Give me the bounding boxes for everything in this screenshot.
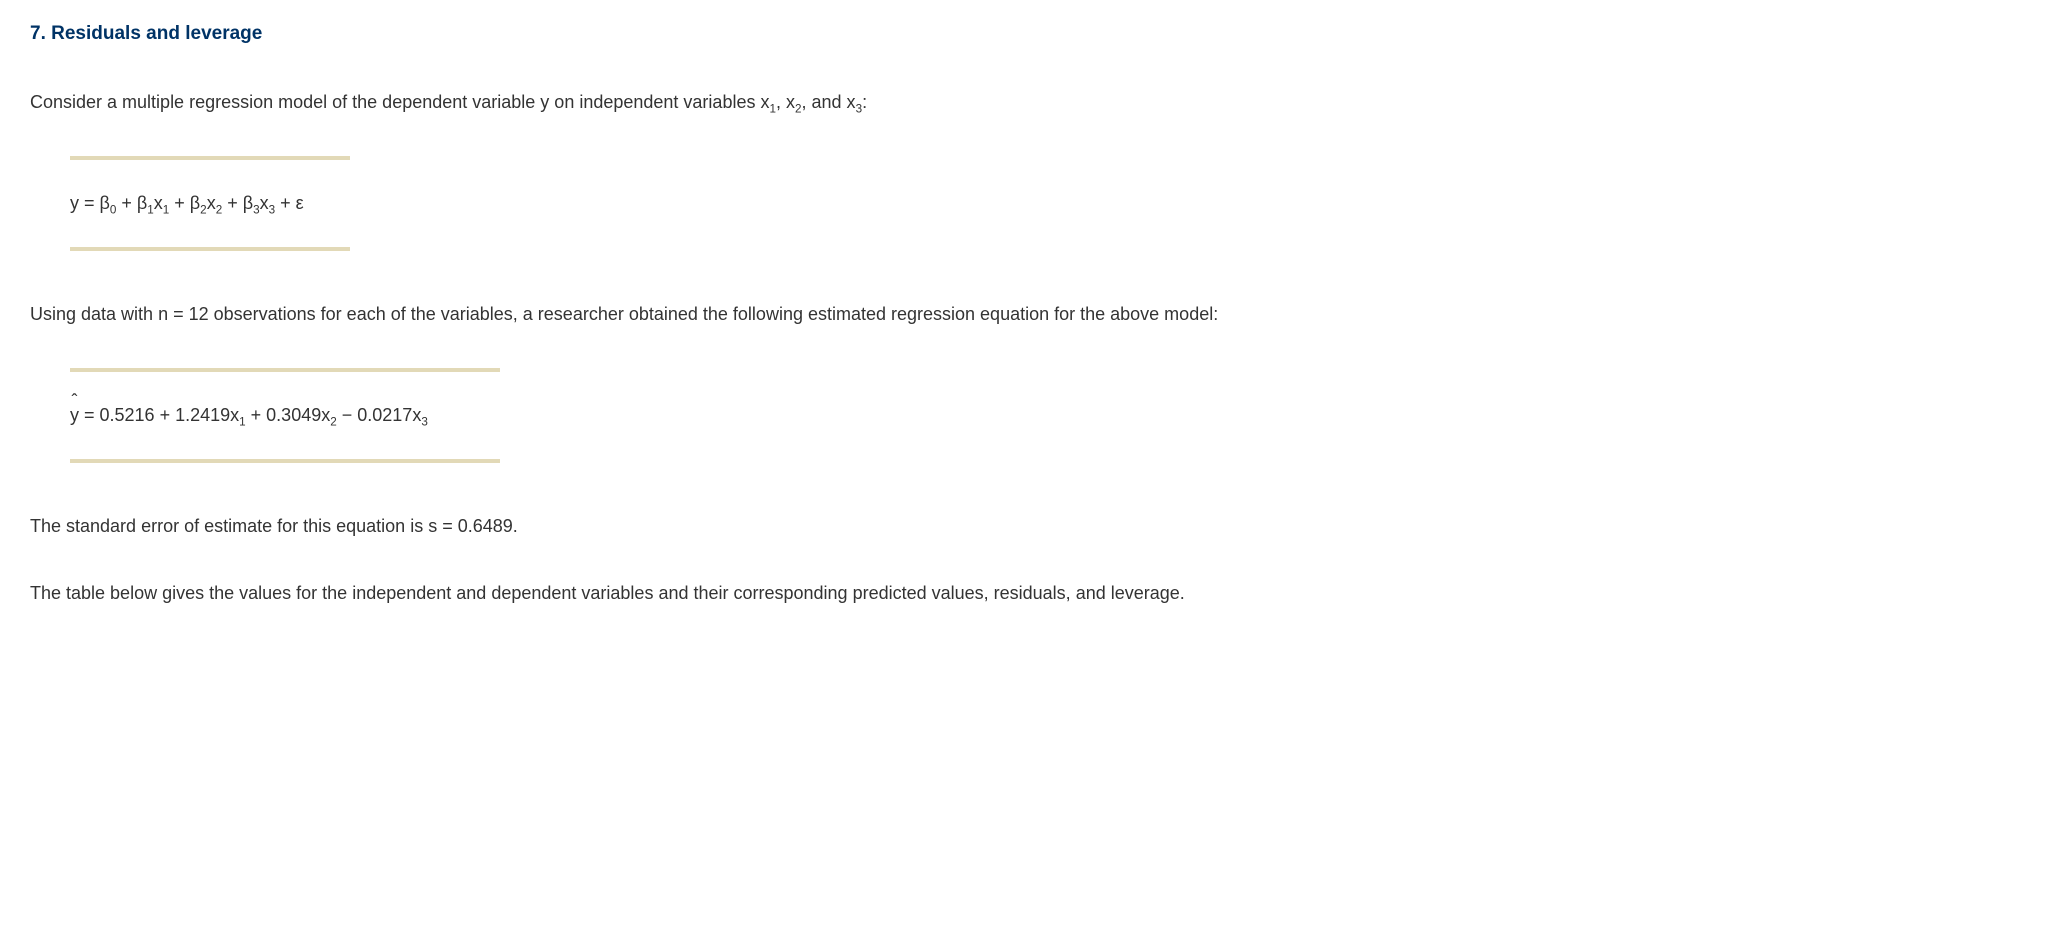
- eq1-d: + β: [169, 193, 200, 213]
- eq1-a: y = β: [70, 193, 110, 213]
- eq2-sub3: 3: [421, 415, 428, 428]
- section-heading: 7. Residuals and leverage: [30, 20, 2028, 49]
- eq1-f: + β: [222, 193, 253, 213]
- intro-text-c: , and x: [802, 92, 856, 112]
- equation-block-2: y = 0.5216 + 1.2419x1 + 0.3049x2 − 0.021…: [70, 368, 2028, 463]
- para-4: The table below gives the values for the…: [30, 580, 2028, 607]
- intro-text-d: :: [862, 92, 867, 112]
- equation-2: y = 0.5216 + 1.2419x1 + 0.3049x2 − 0.021…: [70, 372, 2028, 459]
- eq1-e: x: [207, 193, 216, 213]
- eq-rule-bottom: [70, 247, 350, 251]
- eq1-h: + ε: [275, 193, 304, 213]
- eq1-c: x: [154, 193, 163, 213]
- y-hat: y: [70, 402, 79, 429]
- intro-text-a: Consider a multiple regression model of …: [30, 92, 769, 112]
- para-3: The standard error of estimate for this …: [30, 513, 2028, 540]
- eq1-g: x: [260, 193, 269, 213]
- para-2: Using data with n = 12 observations for …: [30, 301, 2028, 328]
- eq2-b: = 0.5216 + 1.2419x: [79, 405, 239, 425]
- equation-block-1: y = β0 + β1x1 + β2x2 + β3x3 + ε: [70, 156, 2028, 251]
- intro-paragraph: Consider a multiple regression model of …: [30, 89, 2028, 116]
- intro-text-b: , x: [776, 92, 795, 112]
- equation-1: y = β0 + β1x1 + β2x2 + β3x3 + ε: [70, 160, 2028, 247]
- eq1-b: + β: [116, 193, 147, 213]
- eq2-d: − 0.0217x: [337, 405, 422, 425]
- eq2-rule-bottom: [70, 459, 500, 463]
- eq2-c: + 0.3049x: [246, 405, 331, 425]
